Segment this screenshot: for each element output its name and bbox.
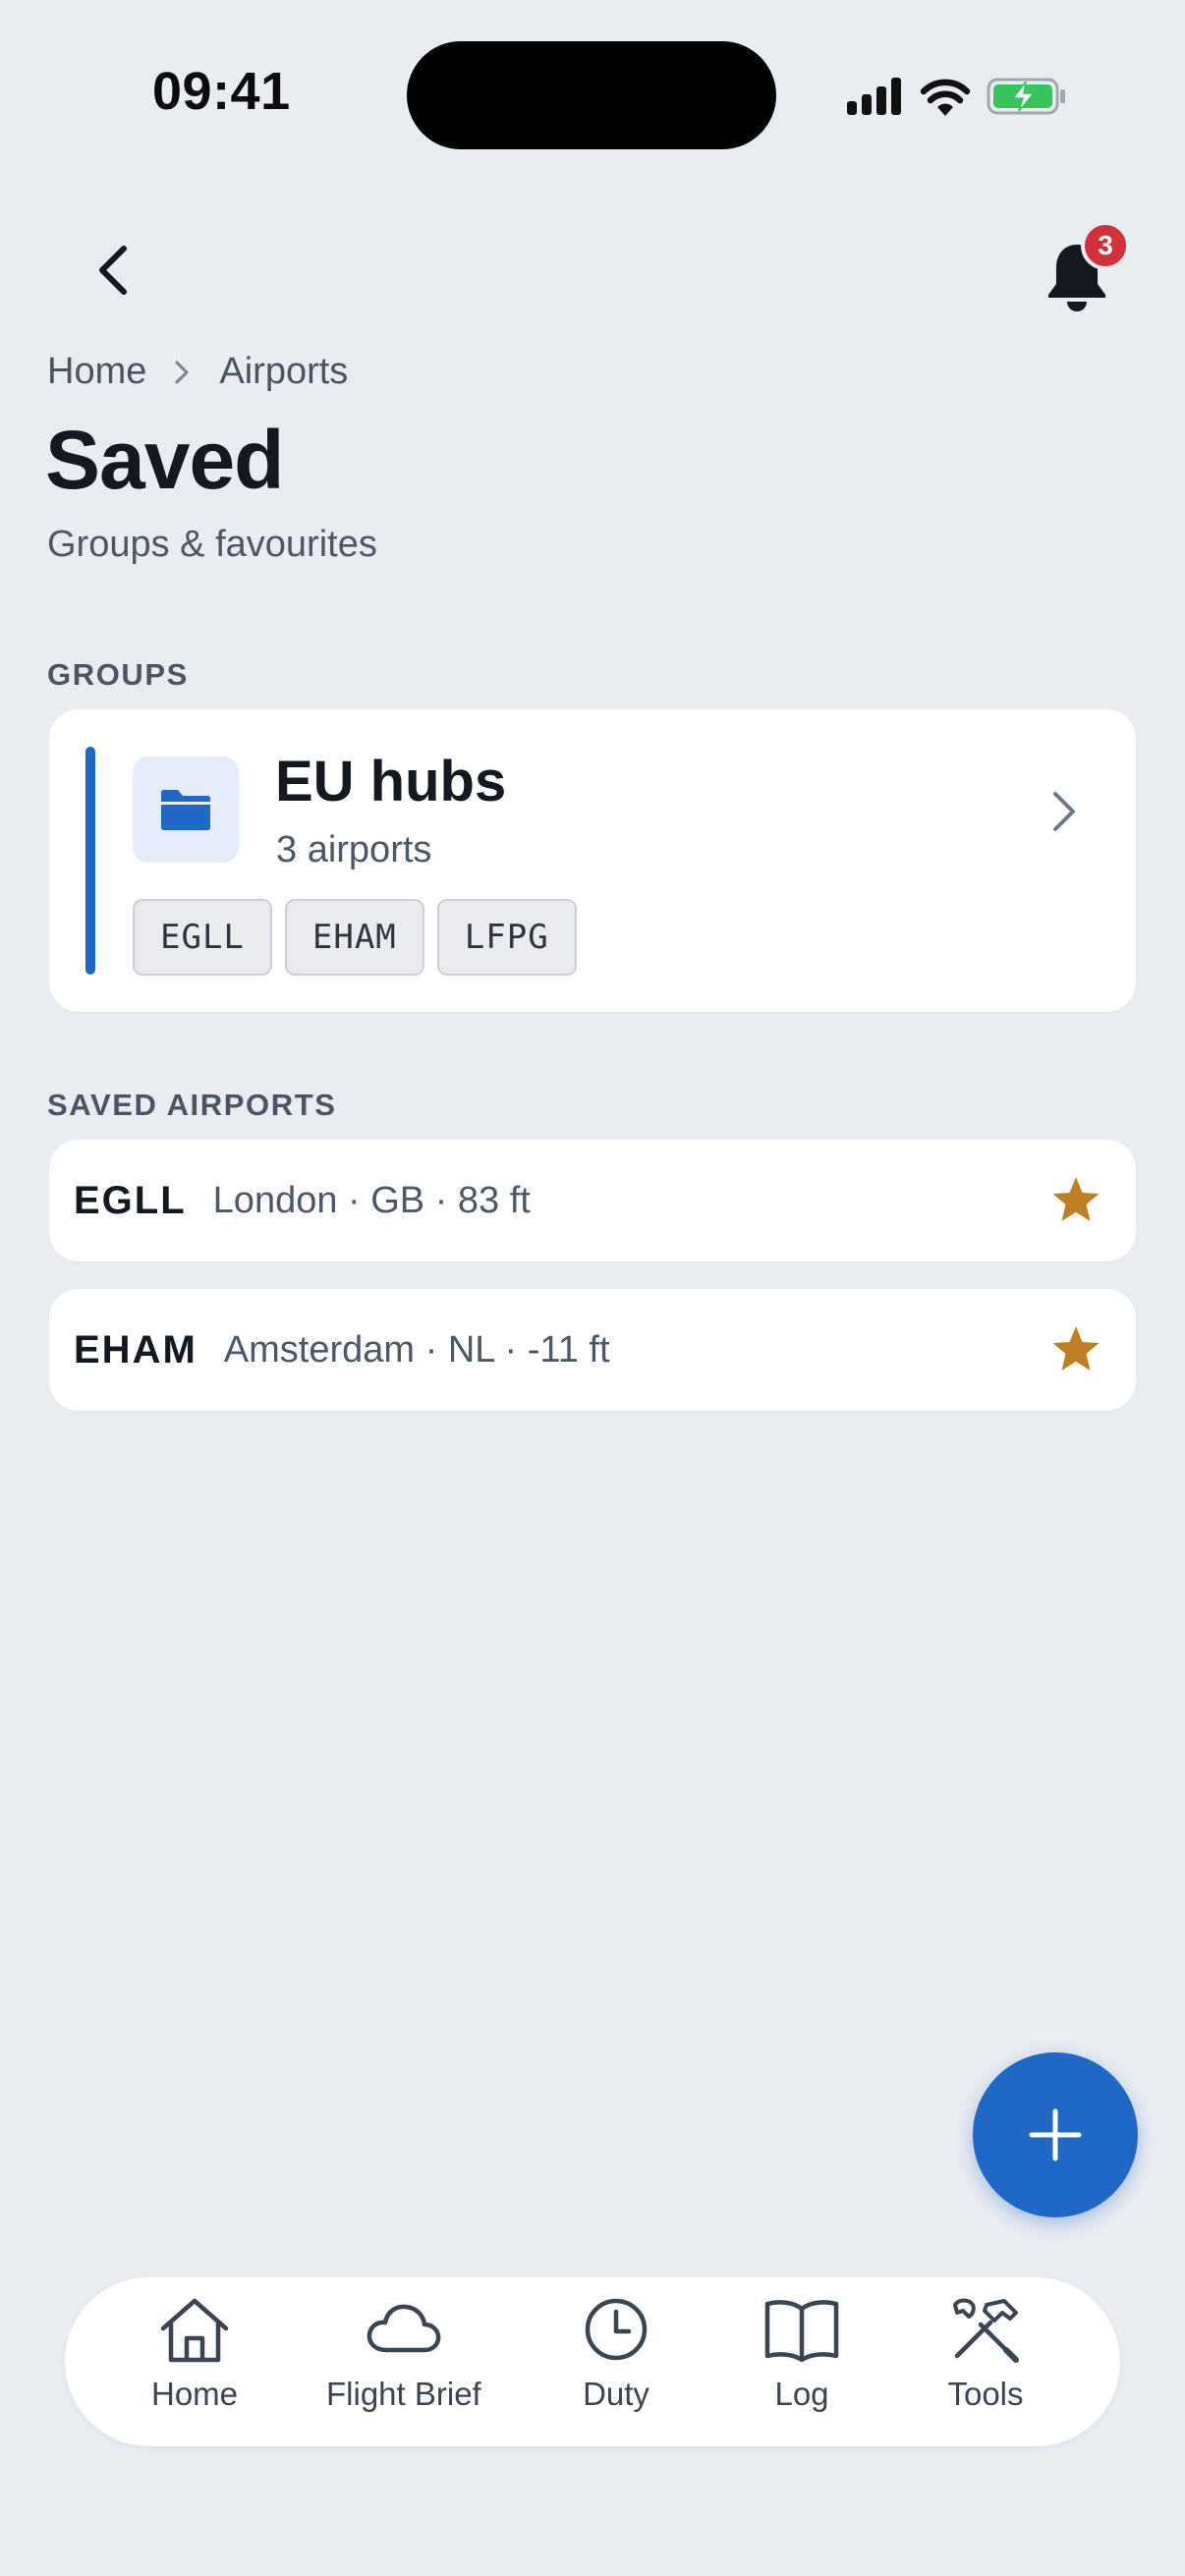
group-airport-chips: EGLL EHAM LFPG	[133, 899, 577, 976]
airport-chip[interactable]: EHAM	[284, 899, 424, 976]
status-time: 09:41	[152, 62, 291, 121]
folder-icon	[133, 756, 239, 863]
plus-icon	[1029, 2108, 1082, 2161]
tools-icon	[953, 2298, 1019, 2363]
home-icon	[160, 2298, 229, 2363]
airport-chip[interactable]: LFPG	[436, 899, 577, 976]
chevron-left-icon	[99, 246, 127, 295]
notifications-button[interactable]: 3	[1032, 221, 1150, 329]
group-accent-bar	[85, 747, 95, 975]
clock-icon	[585, 2298, 648, 2361]
bottom-navigation: Home Flight Brief Duty Log Tools	[65, 2277, 1120, 2446]
page-title: Saved	[45, 414, 284, 506]
nav-item-log[interactable]: Log	[763, 2295, 840, 2413]
airport-code: EHAM	[74, 1327, 198, 1372]
nav-label: Home	[151, 2376, 239, 2412]
airport-row-egll[interactable]: EGLL London · GB · 83 ft	[49, 1140, 1136, 1261]
nav-item-home[interactable]: Home	[151, 2295, 238, 2413]
cloud-icon	[367, 2304, 441, 2353]
nav-label: Tools	[947, 2376, 1024, 2412]
nav-label: Log	[774, 2376, 829, 2412]
notification-badge: 3	[1081, 221, 1130, 270]
battery-charging-icon	[987, 78, 1065, 115]
group-count: 3 airports	[276, 829, 432, 870]
cellular-signal-icon	[847, 78, 901, 115]
star-icon[interactable]	[1050, 1175, 1101, 1229]
page-subtitle: Groups & favourites	[47, 524, 377, 565]
nav-label: Flight Brief	[326, 2376, 481, 2412]
breadcrumb: Home Airports	[47, 351, 348, 393]
back-button[interactable]	[79, 226, 147, 314]
saved-airports-section-label: SAVED AIRPORTS	[47, 1088, 337, 1122]
wifi-icon	[920, 79, 971, 116]
nav-item-flight-brief[interactable]: Flight Brief	[326, 2295, 481, 2413]
chevron-right-icon	[1051, 790, 1077, 838]
dynamic-island	[407, 41, 776, 149]
airport-code: EGLL	[74, 1178, 187, 1222]
star-icon[interactable]	[1050, 1324, 1101, 1378]
airport-chip[interactable]: EGLL	[133, 899, 272, 976]
group-card-eu-hubs[interactable]: EU hubs 3 airports EGLL EHAM LFPG	[49, 709, 1136, 1012]
nav-item-duty[interactable]: Duty	[582, 2295, 650, 2413]
chevron-right-icon	[174, 360, 190, 385]
airport-row-eham[interactable]: EHAM Amsterdam · NL · -11 ft	[49, 1289, 1136, 1411]
breadcrumb-airports[interactable]: Airports	[219, 351, 348, 393]
breadcrumb-home[interactable]: Home	[47, 351, 146, 393]
add-button[interactable]	[973, 2052, 1138, 2217]
airport-meta: Amsterdam · NL · -11 ft	[223, 1328, 610, 1371]
groups-section-label: GROUPS	[47, 657, 189, 692]
nav-label: Duty	[583, 2376, 649, 2412]
status-icons	[847, 71, 1067, 122]
book-icon	[764, 2300, 839, 2363]
nav-item-tools[interactable]: Tools	[947, 2295, 1024, 2413]
group-name: EU hubs	[275, 750, 507, 813]
airport-meta: London · GB · 83 ft	[212, 1179, 531, 1221]
